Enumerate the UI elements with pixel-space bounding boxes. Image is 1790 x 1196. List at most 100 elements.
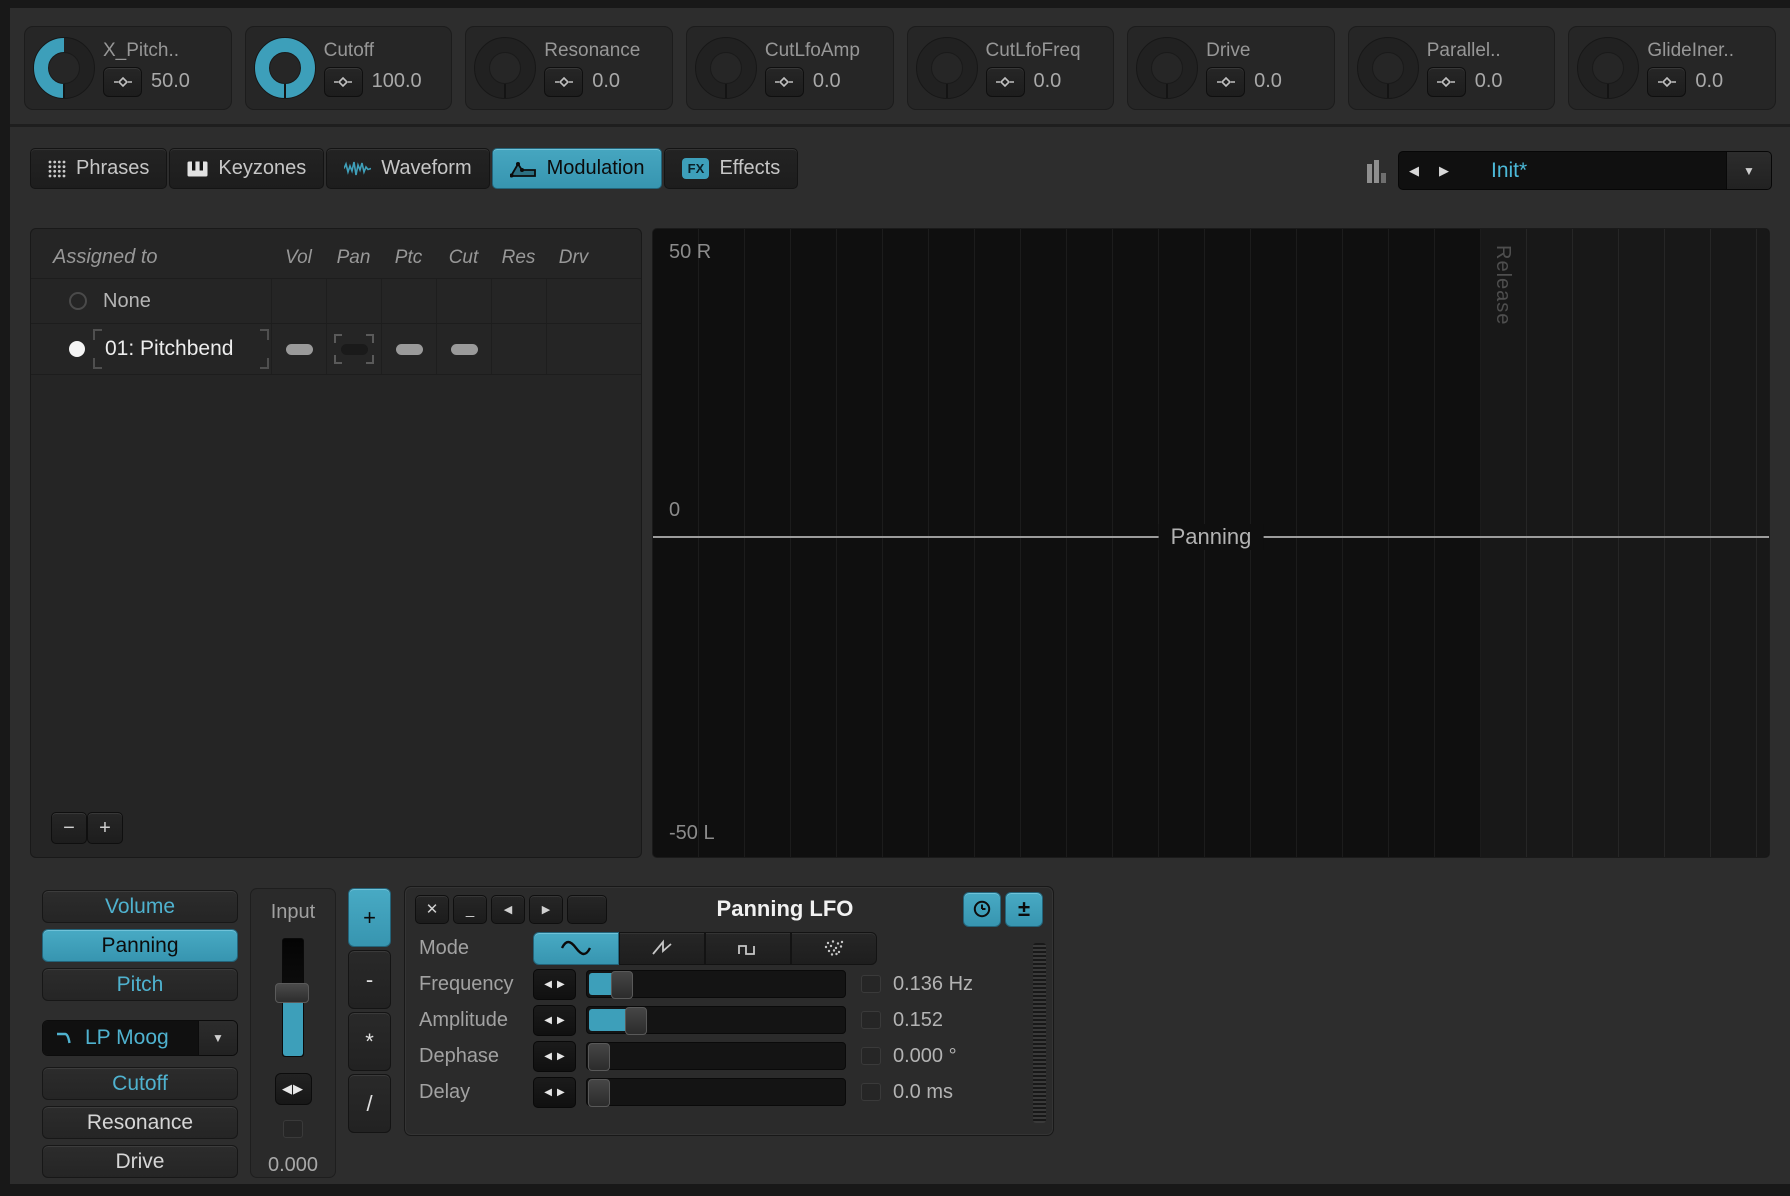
mod-cell[interactable] (381, 279, 436, 323)
mod-cell[interactable] (326, 279, 381, 323)
slider-handle[interactable] (611, 971, 633, 999)
mod-cell[interactable] (436, 279, 491, 323)
amplitude-slider[interactable] (586, 1006, 846, 1034)
lfo-minimize-button[interactable]: _ (453, 895, 487, 924)
add-modset-button[interactable]: + (87, 812, 123, 844)
operator-add-button[interactable]: + (348, 888, 391, 947)
macro-knob[interactable] (254, 37, 316, 99)
macro-map-button[interactable] (1427, 67, 1466, 97)
mod-cell[interactable] (271, 279, 326, 323)
mod-cell[interactable] (546, 279, 601, 323)
modset-row-pitchbend[interactable]: 01: Pitchbend (31, 324, 641, 375)
preset-prev-button[interactable]: ◀ (1399, 163, 1429, 179)
mod-cell-drv[interactable] (546, 324, 601, 374)
operator-multiply-button[interactable]: * (348, 1012, 391, 1071)
input-slider[interactable] (282, 938, 304, 1057)
input-direction-button[interactable]: ◀▶ (275, 1073, 312, 1106)
mod-cell-vol[interactable] (271, 324, 326, 374)
mode-saw-button[interactable] (619, 932, 705, 965)
panel-resize-handle[interactable] (1033, 943, 1046, 1123)
operator-divide-button[interactable]: / (348, 1074, 391, 1133)
mode-square-button[interactable] (705, 932, 791, 965)
dephase-value[interactable]: 0.000 ° (893, 1045, 957, 1068)
filter-select[interactable]: LP Moog ▼ (42, 1020, 238, 1056)
operator-subtract-button[interactable]: - (348, 950, 391, 1009)
lfo-next-button[interactable]: ▶ (529, 895, 563, 924)
target-resonance-button[interactable]: Resonance (42, 1106, 238, 1139)
macro-knob[interactable] (1136, 37, 1198, 99)
input-slider-handle[interactable] (275, 983, 309, 1003)
tab-waveform[interactable]: Waveform (326, 148, 489, 189)
delay-slider[interactable] (586, 1078, 846, 1106)
mod-cell[interactable] (491, 279, 546, 323)
dephase-checkbox[interactable] (861, 1047, 881, 1065)
dephase-stepper[interactable]: ◀ ▶ (533, 1041, 576, 1072)
mode-sine-button[interactable] (533, 932, 619, 965)
macro-map-button[interactable] (103, 67, 142, 97)
macro-map-button[interactable] (544, 67, 583, 97)
target-drive-button[interactable]: Drive (42, 1145, 238, 1178)
macro-knob[interactable] (1357, 37, 1419, 99)
macro-value[interactable]: 100.0 (372, 70, 422, 93)
macro-knob[interactable] (33, 37, 95, 99)
preset-dropdown-button[interactable]: ▼ (1726, 152, 1771, 189)
slider-handle[interactable] (588, 1043, 610, 1071)
macro-value[interactable]: 0.0 (1475, 70, 1503, 93)
tab-effects[interactable]: FX Effects (664, 148, 798, 189)
tab-phrases[interactable]: Phrases (30, 148, 167, 189)
macro-value[interactable]: 0.0 (1034, 70, 1062, 93)
modset-name-frame[interactable]: 01: Pitchbend (93, 329, 269, 369)
macro-map-button[interactable] (1206, 67, 1245, 97)
mode-random-button[interactable] (791, 932, 877, 965)
preset-combo[interactable]: ◀ ▶ Init* ▼ (1398, 151, 1772, 190)
input-value[interactable]: 0.000 (268, 1154, 318, 1177)
macro-value[interactable]: 0.0 (1254, 70, 1282, 93)
macro-value[interactable]: 0.0 (592, 70, 620, 93)
amplitude-stepper[interactable]: ◀ ▶ (533, 1005, 576, 1036)
frequency-stepper[interactable]: ◀ ▶ (533, 969, 576, 1000)
lfo-bipolar-button[interactable]: ± (1005, 892, 1043, 927)
slider-handle[interactable] (625, 1007, 647, 1035)
lfo-extra-button[interactable] (567, 895, 607, 924)
frequency-slider[interactable] (586, 970, 846, 998)
preset-name[interactable]: Init* (1459, 159, 1726, 183)
target-panning-button[interactable]: Panning (42, 929, 238, 962)
macro-knob[interactable] (474, 37, 536, 99)
macro-map-button[interactable] (765, 67, 804, 97)
lfo-prev-button[interactable]: ◀ (491, 895, 525, 924)
mod-cell-pan[interactable] (326, 324, 381, 374)
amplitude-value[interactable]: 0.152 (893, 1009, 943, 1032)
macro-knob[interactable] (695, 37, 757, 99)
macro-value[interactable]: 0.0 (813, 70, 841, 93)
remove-modset-button[interactable]: − (51, 812, 87, 844)
delay-checkbox[interactable] (861, 1083, 881, 1101)
macro-value[interactable]: 0.0 (1695, 70, 1723, 93)
modset-radio-pitchbend[interactable] (69, 341, 85, 357)
filter-dropdown-button[interactable]: ▼ (198, 1021, 237, 1055)
tab-keyzones[interactable]: Keyzones (169, 148, 324, 189)
delay-stepper[interactable]: ◀ ▶ (533, 1077, 576, 1108)
macro-map-button[interactable] (324, 67, 363, 97)
tab-modulation[interactable]: Modulation (492, 148, 663, 189)
modulation-graph[interactable]: Release Panning 50 R 0 -50 L (652, 228, 1770, 858)
macro-knob[interactable] (916, 37, 978, 99)
modset-radio-none[interactable] (69, 292, 87, 310)
frequency-value[interactable]: 0.136 Hz (893, 973, 973, 996)
modset-row-none[interactable]: None (31, 279, 641, 324)
macro-value[interactable]: 50.0 (151, 70, 190, 93)
mod-cell-ptc[interactable] (381, 324, 436, 374)
target-volume-button[interactable]: Volume (42, 890, 238, 923)
dephase-slider[interactable] (586, 1042, 846, 1070)
lfo-reset-clock-button[interactable] (963, 892, 1001, 927)
mod-cell-res[interactable] (491, 324, 546, 374)
macro-knob[interactable] (1577, 37, 1639, 99)
target-pitch-button[interactable]: Pitch (42, 968, 238, 1001)
preset-next-button[interactable]: ▶ (1429, 163, 1459, 179)
lfo-close-button[interactable]: ✕ (415, 895, 449, 924)
delay-value[interactable]: 0.0 ms (893, 1081, 953, 1104)
input-checkbox[interactable] (283, 1120, 303, 1138)
macro-map-button[interactable] (986, 67, 1025, 97)
target-cutoff-button[interactable]: Cutoff (42, 1067, 238, 1100)
macro-map-button[interactable] (1647, 67, 1686, 97)
slider-handle[interactable] (588, 1079, 610, 1107)
